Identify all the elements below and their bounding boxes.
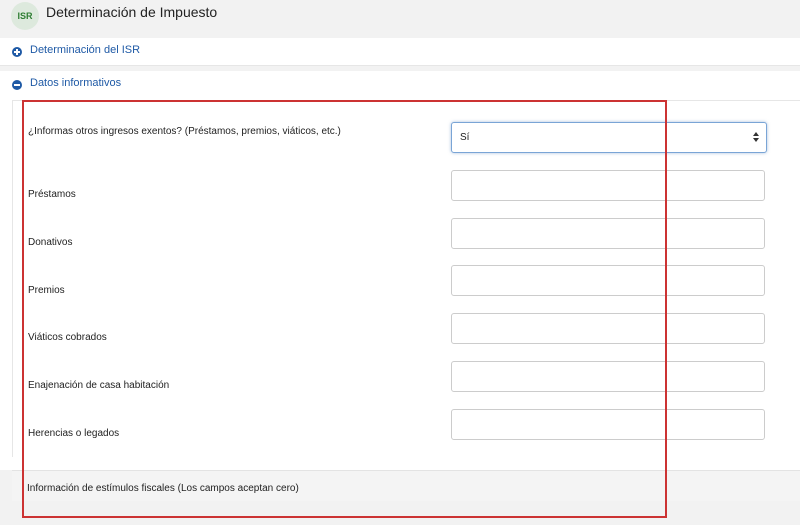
section-header-isr[interactable]: Determinación del ISR bbox=[0, 38, 800, 66]
enajenacion-input[interactable] bbox=[451, 361, 765, 392]
section-header-datos[interactable]: Datos informativos bbox=[0, 71, 800, 98]
premios-input[interactable] bbox=[451, 265, 765, 296]
field-label-donativos: Donativos bbox=[28, 237, 73, 248]
ingresos-exentos-select[interactable]: Sí bbox=[451, 122, 767, 153]
page-title: Determinación de Impuesto bbox=[46, 4, 218, 20]
expand-icon[interactable] bbox=[12, 47, 22, 57]
section-title-isr[interactable]: Determinación del ISR bbox=[30, 44, 140, 56]
field-label-enajenacion: Enajenación de casa habitación bbox=[28, 380, 170, 391]
field-label-premios: Premios bbox=[28, 285, 65, 296]
estimulos-title: Información de estímulos fiscales (Los c… bbox=[27, 483, 299, 494]
field-label-viaticos: Viáticos cobrados bbox=[28, 332, 107, 343]
select-arrows-icon bbox=[753, 132, 759, 142]
herencias-input[interactable] bbox=[451, 409, 765, 440]
select-value: Sí bbox=[460, 132, 470, 143]
page-header: ISR Determinación de Impuesto bbox=[0, 0, 800, 32]
field-label-prestamos: Préstamos bbox=[28, 189, 76, 200]
section-title-datos[interactable]: Datos informativos bbox=[30, 77, 121, 89]
collapse-icon[interactable] bbox=[12, 80, 22, 90]
viaticos-input[interactable] bbox=[451, 313, 765, 344]
field-label-herencias: Herencias o legados bbox=[28, 428, 120, 439]
donativos-input[interactable] bbox=[451, 218, 765, 249]
isr-badge: ISR bbox=[11, 2, 39, 30]
prestamos-input[interactable] bbox=[451, 170, 765, 201]
estimulos-section: Información de estímulos fiscales (Los c… bbox=[12, 470, 800, 501]
question-label: ¿Informas otros ingresos exentos? (Prést… bbox=[28, 126, 341, 137]
